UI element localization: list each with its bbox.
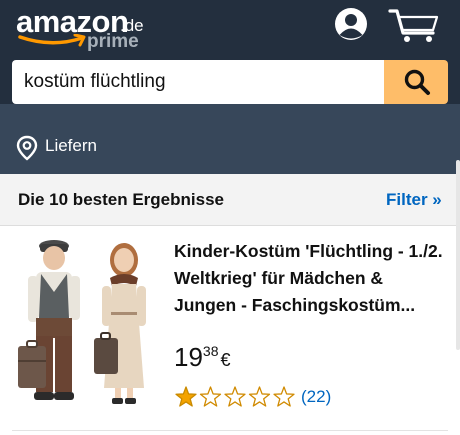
price-currency: € [220,350,231,370]
search-bar: kostüm flüchtling [12,60,448,104]
account-icon[interactable] [333,6,369,42]
star-empty-icon [273,386,295,407]
location-pin-icon [16,135,38,161]
product-price: 1938 € [174,342,231,373]
amazon-prime-logo[interactable]: amazon .de prime [14,4,154,52]
star-rating[interactable] [175,386,299,408]
search-button[interactable] [384,60,448,104]
divider [12,430,448,431]
product-title[interactable]: Kinder-Kostüm 'Flüchtling - 1./2. Weltkr… [174,238,450,319]
price-fraction: 38 [202,343,219,359]
smile-arrow-icon [18,34,86,47]
star-empty-icon [199,386,222,407]
star-empty-icon [248,386,271,407]
star-empty-icon [224,386,246,407]
results-heading: Die 10 besten Ergebnisse [18,190,224,209]
logo-prime: prime [87,31,139,52]
price-whole: 19 [174,342,203,372]
search-icon [404,69,430,95]
deliver-label[interactable]: Liefern [45,136,97,156]
star-filled-icon [175,386,197,407]
filter-button[interactable]: Filter » [386,190,442,210]
search-input[interactable]: kostüm flüchtling [12,60,384,104]
cart-icon[interactable] [388,6,440,44]
review-count[interactable]: (22) [301,387,331,407]
product-image[interactable] [14,238,164,414]
scrollbar[interactable] [456,160,460,350]
